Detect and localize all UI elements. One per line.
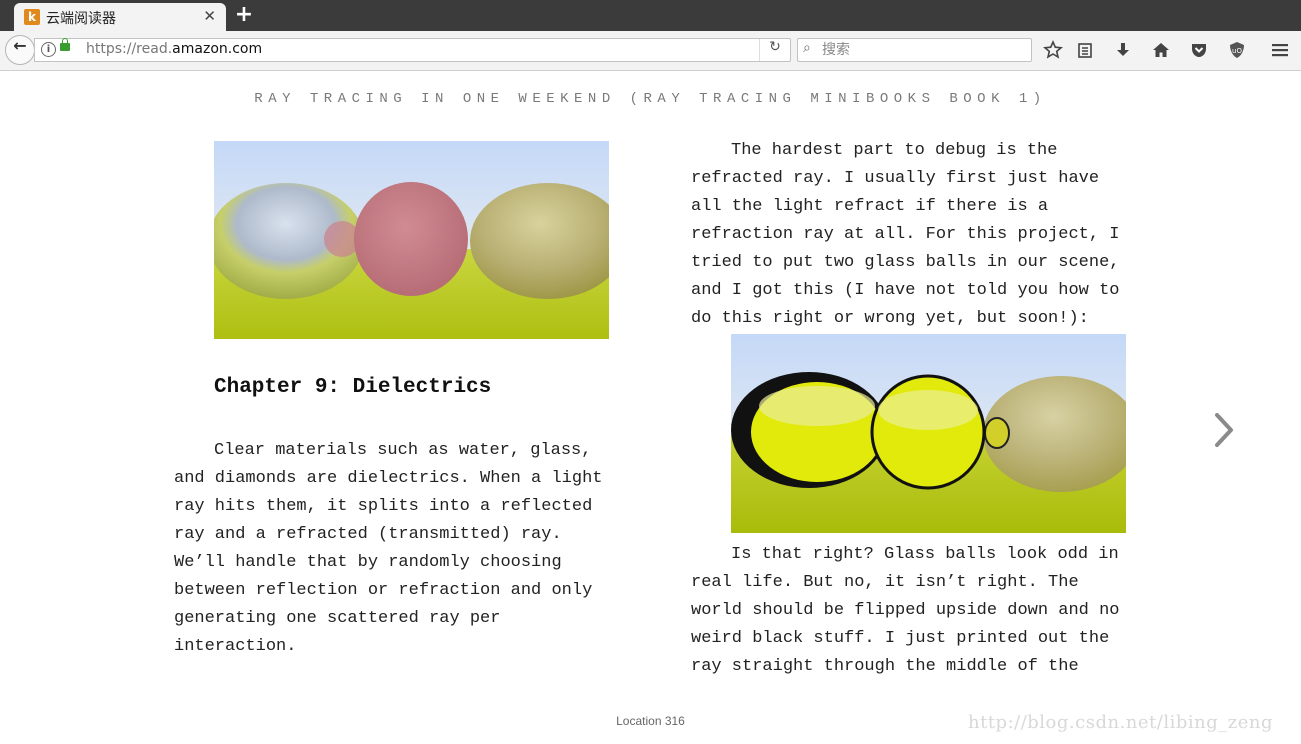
reading-list-icon[interactable] <box>1075 40 1095 60</box>
navigation-bar: ← i https://read.amazon.com ↻ ⌕ uO <box>0 31 1301 71</box>
left-paragraph: Clear materials such as water, glass, an… <box>174 441 603 656</box>
ublock-icon[interactable]: uO <box>1227 40 1247 60</box>
tab-close-icon[interactable]: ✕ <box>203 7 216 25</box>
search-bar[interactable]: ⌕ <box>797 38 1032 62</box>
kindle-favicon-icon: k <box>24 9 40 25</box>
home-icon[interactable] <box>1151 40 1171 60</box>
tab-strip: k 云端阅读器 ✕ + <box>0 0 1301 31</box>
lock-icon <box>60 38 70 51</box>
bookmark-star-icon[interactable] <box>1043 40 1063 60</box>
reload-icon[interactable]: ↻ <box>759 39 790 61</box>
address-bar[interactable]: i https://read.amazon.com ↻ <box>34 38 791 62</box>
right-paragraph-1: The hardest part to debug is the refract… <box>691 141 1120 328</box>
book-title: RAY TRACING IN ONE WEEKEND (RAY TRACING … <box>254 91 1047 107</box>
download-icon[interactable] <box>1113 40 1133 60</box>
right-paragraph-2: Is that right? Glass balls look odd in r… <box>691 545 1120 676</box>
search-input[interactable] <box>820 39 1024 61</box>
chapter-title: Chapter 9: Dielectrics <box>214 376 492 399</box>
three-spheres-render-image <box>214 141 609 339</box>
info-icon[interactable]: i <box>41 42 56 57</box>
url-host: amazon.com <box>172 41 263 57</box>
pocket-icon[interactable] <box>1189 40 1209 60</box>
search-icon: ⌕ <box>803 40 811 56</box>
next-page-chevron-icon[interactable] <box>1207 410 1241 450</box>
new-tab-button[interactable]: + <box>233 2 255 28</box>
url-prefix: https://read. <box>86 41 173 57</box>
tab-title: 云端阅读器 <box>46 11 116 27</box>
svg-text:uO: uO <box>1232 47 1242 55</box>
browser-tab[interactable]: k 云端阅读器 ✕ <box>14 3 226 31</box>
back-button[interactable]: ← <box>5 35 35 65</box>
menu-icon[interactable] <box>1270 40 1290 60</box>
glass-balls-render-image <box>731 334 1126 533</box>
watermark-text: http://blog.csdn.net/libing_zeng <box>968 712 1273 733</box>
url-text[interactable]: https://read.amazon.com <box>86 41 262 57</box>
